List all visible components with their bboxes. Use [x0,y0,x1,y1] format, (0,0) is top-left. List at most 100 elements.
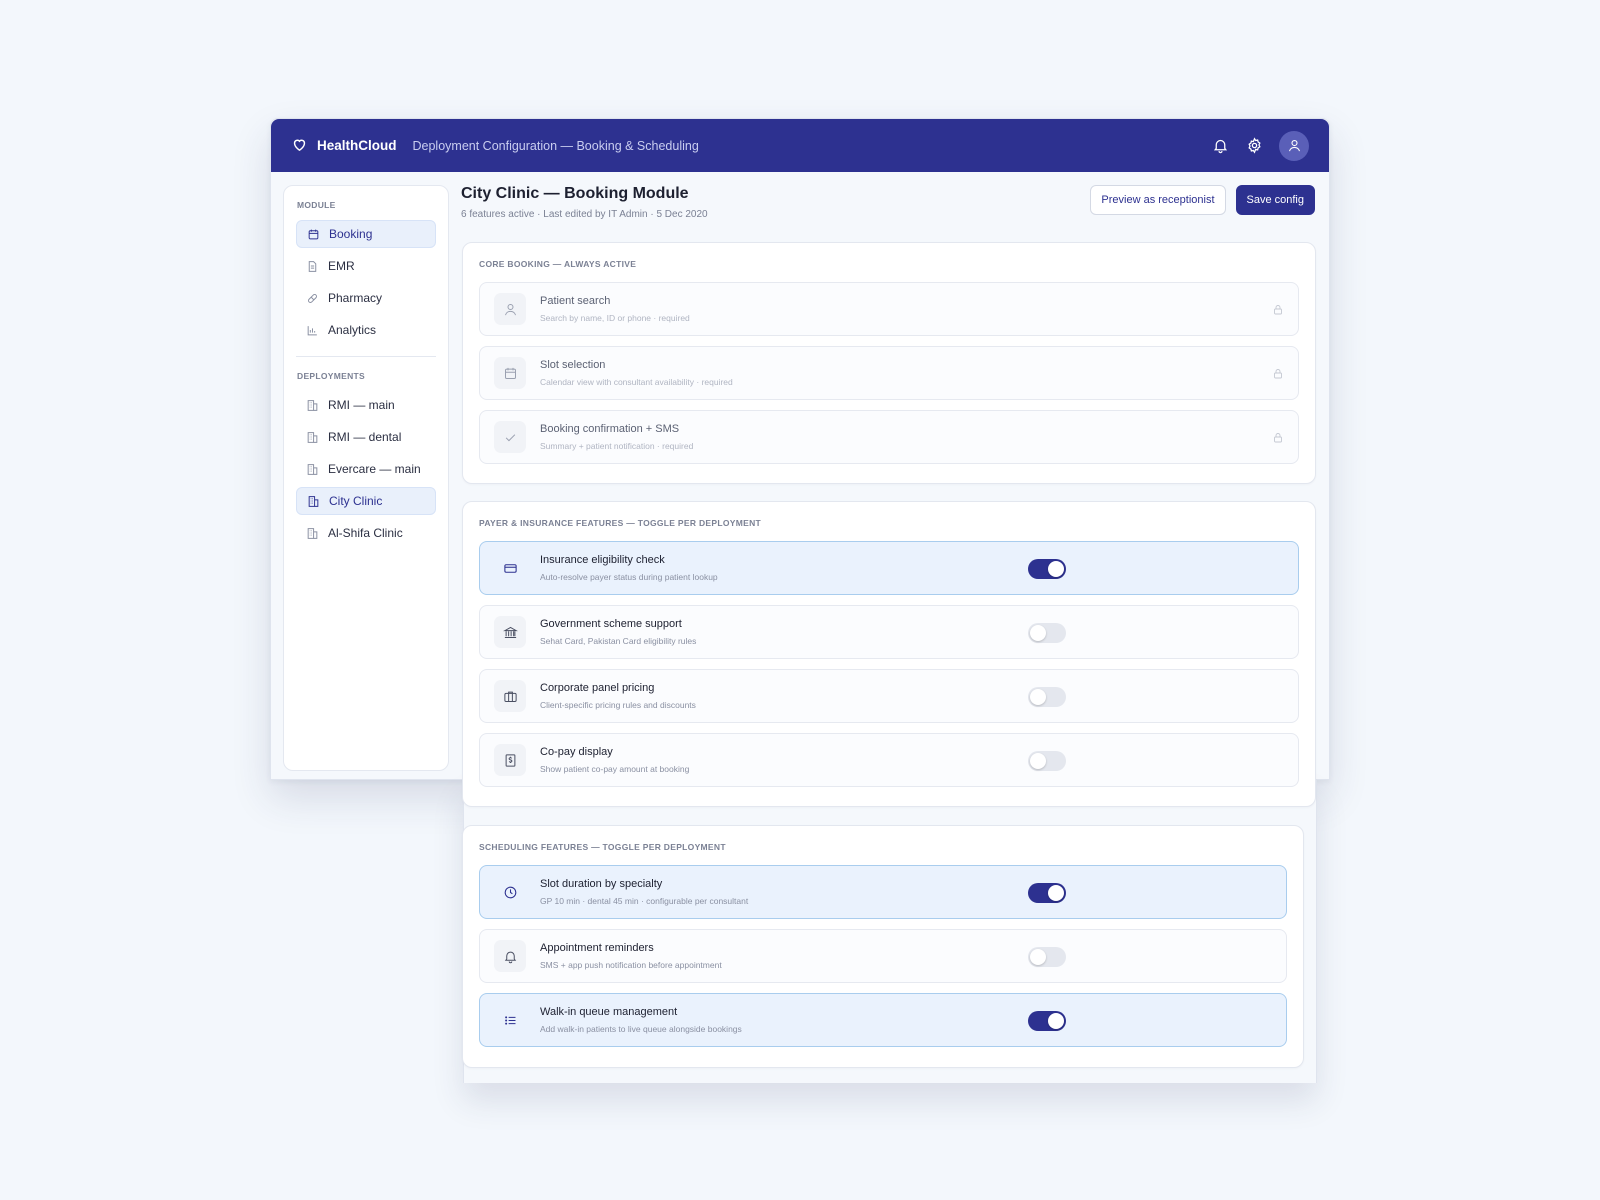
appointment-reminders-toggle[interactable] [1028,947,1066,967]
preview-as-receptionist-button[interactable]: Preview as receptionist [1090,185,1226,215]
feature-patient-search: Patient search Search by name, ID or pho… [479,282,1299,336]
sidebar-item-analytics[interactable]: Analytics [296,316,436,344]
feature-description: SMS + app push notification before appoi… [540,960,722,970]
feature-name: Walk-in queue management [540,1006,678,1018]
feature-description: Client-specific pricing rules and discou… [540,700,696,710]
check-icon [494,421,526,453]
sidebar-item-city-clinic[interactable]: City Clinic [296,487,436,515]
feature-description: Sehat Card, Pakistan Card eligibility ru… [540,636,697,646]
co-pay-display-toggle[interactable] [1028,751,1066,771]
sidebar-item-evercare-main[interactable]: Evercare — main [296,455,436,483]
feature-name: Government scheme support [540,618,682,630]
sidebar-item-rmi-main[interactable]: RMI — main [296,391,436,419]
payer-insurance-card: PAYER & INSURANCE FEATURES — TOGGLE PER … [462,501,1316,807]
sidebar-item-al-shifa-clinic[interactable]: Al-Shifa Clinic [296,519,436,547]
save-config-button[interactable]: Save config [1235,185,1315,215]
toggle-knob [1048,885,1064,901]
feature-description: Show patient co-pay amount at booking [540,764,690,774]
page-context: Deployment Configuration — Booking & Sch… [412,138,699,153]
document-icon [308,260,317,272]
feature-slot-duration: Slot duration by specialty GP 10 min · d… [479,865,1287,919]
gear-icon[interactable] [1245,137,1263,155]
receipt-dollar-icon [494,744,526,776]
toggle-knob [1048,561,1064,577]
building-icon [308,495,319,507]
feature-name: Insurance eligibility check [540,554,665,566]
sidebar-item-rmi-dental[interactable]: RMI — dental [296,423,436,451]
feature-description: GP 10 min · dental 45 min · configurable… [540,896,749,906]
building-icon [307,527,318,539]
feature-insurance-eligibility: Insurance eligibility check Auto-resolve… [479,541,1299,595]
toggle-knob [1030,753,1046,769]
card-title: SCHEDULING FEATURES — TOGGLE PER DEPLOYM… [479,842,726,852]
sidebar-item-emr[interactable]: EMR [296,252,436,280]
sidebar-item-label: EMR [328,259,355,273]
feature-name: Slot duration by specialty [540,878,663,890]
briefcase-icon [494,680,526,712]
building-icon [307,399,318,411]
bell-icon [494,940,526,972]
slot-duration-toggle[interactable] [1028,883,1066,903]
feature-appointment-reminders: Appointment reminders SMS + app push not… [479,929,1287,983]
lock-icon [1274,369,1282,379]
insurance-eligibility-toggle[interactable] [1028,559,1066,579]
government-scheme-toggle[interactable] [1028,623,1066,643]
clock-icon [494,876,526,908]
corporate-panel-pricing-toggle[interactable] [1028,687,1066,707]
feature-slot-selection: Slot selection Calendar view with consul… [479,346,1299,400]
feature-name: Appointment reminders [540,942,654,954]
sidebar-item-label: Evercare — main [328,462,421,476]
deployments-heading: DEPLOYMENTS [297,371,366,381]
top-bar: HealthCloud Deployment Configuration — B… [271,119,1329,172]
feature-description: Search by name, ID or phone · required [540,313,690,323]
core-booking-card: CORE BOOKING — ALWAYS ACTIVE Patient sea… [462,242,1316,484]
feature-booking-confirmation: Booking confirmation + SMS Summary + pat… [479,410,1299,464]
sidebar-item-booking[interactable]: Booking [296,220,436,248]
sidebar-item-label: Booking [329,227,373,241]
sidebar-item-label: City Clinic [329,494,383,508]
calendar-icon [308,229,319,239]
feature-government-scheme: Government scheme support Sehat Card, Pa… [479,605,1299,659]
calendar-icon [494,357,526,389]
page-header: City Clinic — Booking Module 6 features … [461,185,1315,241]
feature-description: Add walk-in patients to live queue along… [540,1024,742,1034]
sidebar-item-label: Al-Shifa Clinic [328,526,403,540]
pill-icon [308,293,317,303]
toggle-knob [1030,625,1046,641]
sidebar-item-label: RMI — dental [328,430,402,444]
user-icon [1288,139,1300,152]
sidebar-item-label: RMI — main [328,398,395,412]
feature-name: Co-pay display [540,746,613,758]
feature-name: Slot selection [540,359,606,371]
toggle-knob [1048,1013,1064,1029]
brand-name: HealthCloud [317,138,397,153]
sidebar-item-pharmacy[interactable]: Pharmacy [296,284,436,312]
sidebar-item-label: Analytics [328,323,377,337]
walk-in-queue-toggle[interactable] [1028,1011,1066,1031]
user-icon [494,293,526,325]
card-title: CORE BOOKING — ALWAYS ACTIVE [479,259,637,269]
main-content: City Clinic — Booking Module 6 features … [461,185,1315,241]
brand[interactable]: HealthCloud [291,136,397,156]
feature-co-pay-display: Co-pay display Show patient co-pay amoun… [479,733,1299,787]
lock-icon [1274,305,1282,315]
heart-icon [291,136,308,156]
feature-name: Booking confirmation + SMS [540,423,680,435]
toggle-knob [1030,949,1046,965]
lock-icon [1274,433,1282,443]
building-icon [307,463,318,475]
bank-icon [494,616,526,648]
toggle-knob [1030,689,1046,705]
card-title: PAYER & INSURANCE FEATURES — TOGGLE PER … [479,518,761,528]
feature-description: Calendar view with consultant availabili… [540,377,733,387]
avatar[interactable] [1279,130,1309,161]
sidebar-item-label: Pharmacy [328,291,383,305]
list-icon [494,1004,526,1036]
bell-icon[interactable] [1211,137,1229,155]
sidebar: MODULE Booking EMR Pharmacy Analytics DE… [283,185,449,771]
bar-chart-icon [307,325,317,335]
sidebar-divider [296,356,436,357]
feature-name: Corporate panel pricing [540,682,655,694]
building-icon [307,431,318,443]
feature-description: Summary + patient notification · require… [540,441,694,451]
